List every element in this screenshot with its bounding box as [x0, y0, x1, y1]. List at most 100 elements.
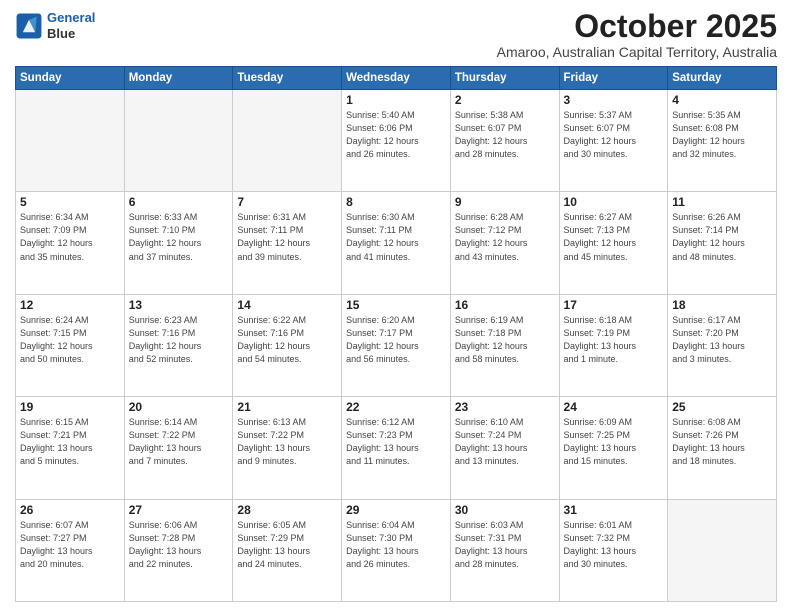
- day-info: Sunrise: 6:10 AMSunset: 7:24 PMDaylight:…: [455, 416, 555, 468]
- day-number: 31: [564, 503, 664, 517]
- day-info: Sunrise: 6:23 AMSunset: 7:16 PMDaylight:…: [129, 314, 229, 366]
- day-info: Sunrise: 6:05 AMSunset: 7:29 PMDaylight:…: [237, 519, 337, 571]
- location-title: Amaroo, Australian Capital Territory, Au…: [497, 44, 777, 60]
- day-number: 3: [564, 93, 664, 107]
- day-info: Sunrise: 6:13 AMSunset: 7:22 PMDaylight:…: [237, 416, 337, 468]
- calendar-cell-3-2: 21 Sunrise: 6:13 AMSunset: 7:22 PMDayligh…: [233, 397, 342, 499]
- day-info: Sunrise: 6:22 AMSunset: 7:16 PMDaylight:…: [237, 314, 337, 366]
- calendar: Sunday Monday Tuesday Wednesday Thursday…: [15, 66, 777, 602]
- calendar-cell-4-6: [668, 499, 777, 601]
- logo-text: General Blue: [47, 10, 95, 41]
- calendar-cell-3-0: 19 Sunrise: 6:15 AMSunset: 7:21 PMDayligh…: [16, 397, 125, 499]
- calendar-cell-2-5: 17 Sunrise: 6:18 AMSunset: 7:19 PMDayligh…: [559, 294, 668, 396]
- day-info: Sunrise: 6:03 AMSunset: 7:31 PMDaylight:…: [455, 519, 555, 571]
- day-info: Sunrise: 5:37 AMSunset: 6:07 PMDaylight:…: [564, 109, 664, 161]
- day-number: 1: [346, 93, 446, 107]
- calendar-cell-2-0: 12 Sunrise: 6:24 AMSunset: 7:15 PMDayligh…: [16, 294, 125, 396]
- day-number: 21: [237, 400, 337, 414]
- day-number: 25: [672, 400, 772, 414]
- day-number: 10: [564, 195, 664, 209]
- calendar-cell-1-1: 6 Sunrise: 6:33 AMSunset: 7:10 PMDaylight…: [124, 192, 233, 294]
- week-row-4: 26 Sunrise: 6:07 AMSunset: 7:27 PMDayligh…: [16, 499, 777, 601]
- day-info: Sunrise: 6:20 AMSunset: 7:17 PMDaylight:…: [346, 314, 446, 366]
- day-number: 6: [129, 195, 229, 209]
- calendar-cell-3-1: 20Sunrise: 6:14 AMSunset: 7:22 PMDayligh…: [124, 397, 233, 499]
- logo: General Blue: [15, 10, 95, 41]
- header-monday: Monday: [124, 67, 233, 90]
- week-row-1: 5Sunrise: 6:34 AMSunset: 7:09 PMDaylight…: [16, 192, 777, 294]
- week-row-0: 1 Sunrise: 5:40 AMSunset: 6:06 PMDaylight…: [16, 90, 777, 192]
- day-number: 8: [346, 195, 446, 209]
- day-number: 30: [455, 503, 555, 517]
- calendar-cell-0-6: 4 Sunrise: 5:35 AMSunset: 6:08 PMDaylight…: [668, 90, 777, 192]
- calendar-cell-0-3: 1 Sunrise: 5:40 AMSunset: 6:06 PMDaylight…: [342, 90, 451, 192]
- header-saturday: Saturday: [668, 67, 777, 90]
- logo-icon: [15, 12, 43, 40]
- day-info: Sunrise: 6:19 AMSunset: 7:18 PMDaylight:…: [455, 314, 555, 366]
- day-info: Sunrise: 6:09 AMSunset: 7:25 PMDaylight:…: [564, 416, 664, 468]
- day-number: 14: [237, 298, 337, 312]
- calendar-cell-0-4: 2Sunrise: 5:38 AMSunset: 6:07 PMDaylight…: [450, 90, 559, 192]
- calendar-cell-2-6: 18Sunrise: 6:17 AMSunset: 7:20 PMDayligh…: [668, 294, 777, 396]
- calendar-cell-1-6: 11 Sunrise: 6:26 AMSunset: 7:14 PMDayligh…: [668, 192, 777, 294]
- day-number: 4: [672, 93, 772, 107]
- calendar-cell-4-2: 28Sunrise: 6:05 AMSunset: 7:29 PMDayligh…: [233, 499, 342, 601]
- day-number: 15: [346, 298, 446, 312]
- day-info: Sunrise: 6:26 AMSunset: 7:14 PMDaylight:…: [672, 211, 772, 263]
- calendar-cell-3-6: 25Sunrise: 6:08 AMSunset: 7:26 PMDayligh…: [668, 397, 777, 499]
- day-number: 27: [129, 503, 229, 517]
- day-number: 17: [564, 298, 664, 312]
- calendar-cell-3-5: 24 Sunrise: 6:09 AMSunset: 7:25 PMDayligh…: [559, 397, 668, 499]
- day-info: Sunrise: 6:06 AMSunset: 7:28 PMDaylight:…: [129, 519, 229, 571]
- calendar-cell-2-4: 16Sunrise: 6:19 AMSunset: 7:18 PMDayligh…: [450, 294, 559, 396]
- day-info: Sunrise: 6:04 AMSunset: 7:30 PMDaylight:…: [346, 519, 446, 571]
- header-tuesday: Tuesday: [233, 67, 342, 90]
- calendar-cell-2-3: 15 Sunrise: 6:20 AMSunset: 7:17 PMDayligh…: [342, 294, 451, 396]
- day-number: 19: [20, 400, 120, 414]
- calendar-cell-1-2: 7 Sunrise: 6:31 AMSunset: 7:11 PMDaylight…: [233, 192, 342, 294]
- day-number: 13: [129, 298, 229, 312]
- calendar-cell-0-2: [233, 90, 342, 192]
- day-info: Sunrise: 6:07 AMSunset: 7:27 PMDaylight:…: [20, 519, 120, 571]
- day-info: Sunrise: 6:17 AMSunset: 7:20 PMDaylight:…: [672, 314, 772, 366]
- calendar-cell-4-4: 30 Sunrise: 6:03 AMSunset: 7:31 PMDayligh…: [450, 499, 559, 601]
- day-info: Sunrise: 6:18 AMSunset: 7:19 PMDaylight:…: [564, 314, 664, 366]
- calendar-cell-0-0: [16, 90, 125, 192]
- calendar-cell-1-0: 5Sunrise: 6:34 AMSunset: 7:09 PMDaylight…: [16, 192, 125, 294]
- day-number: 29: [346, 503, 446, 517]
- day-number: 9: [455, 195, 555, 209]
- calendar-cell-1-3: 8 Sunrise: 6:30 AMSunset: 7:11 PMDaylight…: [342, 192, 451, 294]
- calendar-cell-4-1: 27 Sunrise: 6:06 AMSunset: 7:28 PMDayligh…: [124, 499, 233, 601]
- calendar-cell-2-2: 14 Sunrise: 6:22 AMSunset: 7:16 PMDayligh…: [233, 294, 342, 396]
- week-row-2: 12 Sunrise: 6:24 AMSunset: 7:15 PMDayligh…: [16, 294, 777, 396]
- day-info: Sunrise: 6:28 AMSunset: 7:12 PMDaylight:…: [455, 211, 555, 263]
- day-number: 24: [564, 400, 664, 414]
- calendar-cell-4-5: 31 Sunrise: 6:01 AMSunset: 7:32 PMDayligh…: [559, 499, 668, 601]
- header-friday: Friday: [559, 67, 668, 90]
- day-number: 12: [20, 298, 120, 312]
- day-number: 23: [455, 400, 555, 414]
- calendar-cell-3-3: 22Sunrise: 6:12 AMSunset: 7:23 PMDayligh…: [342, 397, 451, 499]
- header-sunday: Sunday: [16, 67, 125, 90]
- day-info: Sunrise: 6:33 AMSunset: 7:10 PMDaylight:…: [129, 211, 229, 263]
- calendar-cell-3-4: 23 Sunrise: 6:10 AMSunset: 7:24 PMDayligh…: [450, 397, 559, 499]
- day-info: Sunrise: 6:12 AMSunset: 7:23 PMDaylight:…: [346, 416, 446, 468]
- day-number: 26: [20, 503, 120, 517]
- header-thursday: Thursday: [450, 67, 559, 90]
- day-info: Sunrise: 5:35 AMSunset: 6:08 PMDaylight:…: [672, 109, 772, 161]
- day-number: 7: [237, 195, 337, 209]
- day-info: Sunrise: 6:34 AMSunset: 7:09 PMDaylight:…: [20, 211, 120, 263]
- calendar-cell-4-0: 26 Sunrise: 6:07 AMSunset: 7:27 PMDayligh…: [16, 499, 125, 601]
- day-info: Sunrise: 6:01 AMSunset: 7:32 PMDaylight:…: [564, 519, 664, 571]
- day-info: Sunrise: 6:15 AMSunset: 7:21 PMDaylight:…: [20, 416, 120, 468]
- day-number: 11: [672, 195, 772, 209]
- day-info: Sunrise: 6:31 AMSunset: 7:11 PMDaylight:…: [237, 211, 337, 263]
- calendar-header-row: Sunday Monday Tuesday Wednesday Thursday…: [16, 67, 777, 90]
- day-info: Sunrise: 6:24 AMSunset: 7:15 PMDaylight:…: [20, 314, 120, 366]
- day-info: Sunrise: 6:30 AMSunset: 7:11 PMDaylight:…: [346, 211, 446, 263]
- calendar-cell-1-4: 9 Sunrise: 6:28 AMSunset: 7:12 PMDaylight…: [450, 192, 559, 294]
- day-info: Sunrise: 5:40 AMSunset: 6:06 PMDaylight:…: [346, 109, 446, 161]
- header-wednesday: Wednesday: [342, 67, 451, 90]
- page-header: General Blue October 2025 Amaroo, Austra…: [15, 10, 777, 60]
- day-info: Sunrise: 6:27 AMSunset: 7:13 PMDaylight:…: [564, 211, 664, 263]
